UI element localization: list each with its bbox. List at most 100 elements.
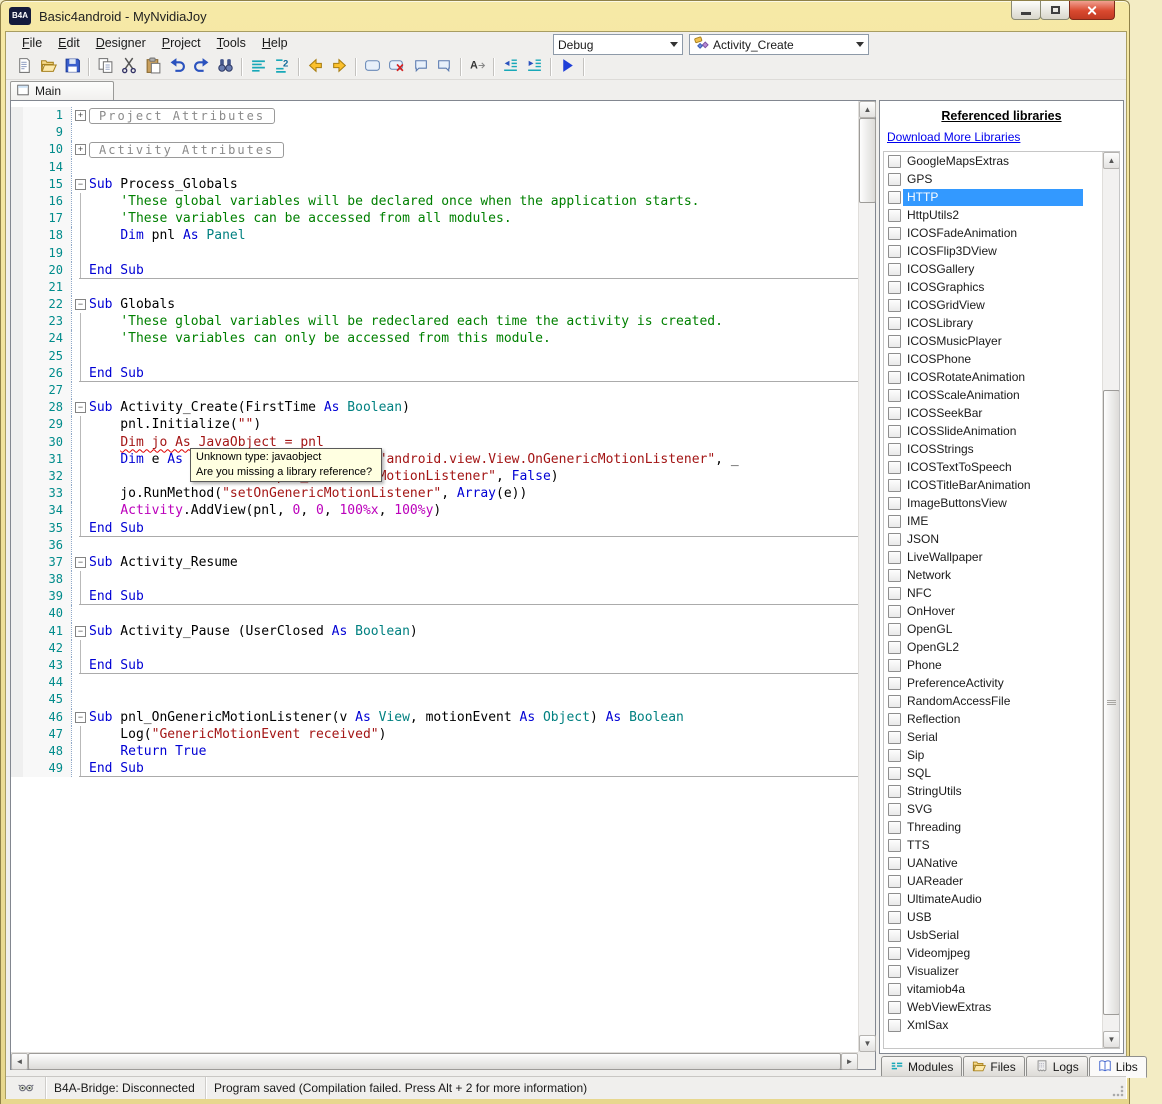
menu-help[interactable]: Help xyxy=(254,33,296,53)
library-checkbox[interactable] xyxy=(888,659,901,672)
library-checkbox[interactable] xyxy=(888,209,901,222)
comment-add-button[interactable] xyxy=(408,56,432,78)
library-checkbox[interactable] xyxy=(888,407,901,420)
code-editor[interactable]: 1+Project Attributes910+Activity Attribu… xyxy=(10,100,876,1070)
run-button[interactable] xyxy=(555,56,579,78)
libraries-list[interactable]: GoogleMapsExtrasGPSHTTPHttpUtils2ICOSFad… xyxy=(883,151,1120,1049)
code-line[interactable]: 37−Sub Activity_Resume xyxy=(11,554,858,571)
outdent-button[interactable] xyxy=(498,56,522,78)
scroll-left-button[interactable]: ◄ xyxy=(11,1053,28,1070)
library-item[interactable]: IME xyxy=(884,512,1119,530)
format-lines-button[interactable] xyxy=(246,56,270,78)
nav-back-button[interactable] xyxy=(303,56,327,78)
code-line[interactable]: 34 Activity.AddView(pnl, 0, 0, 100%x, 10… xyxy=(11,502,858,519)
open-button[interactable] xyxy=(36,56,60,78)
library-item[interactable]: JSON xyxy=(884,530,1119,548)
library-checkbox[interactable] xyxy=(888,785,901,798)
fold-toggle[interactable]: − xyxy=(75,402,86,413)
code-line[interactable]: 41−Sub Activity_Pause (UserClosed As Boo… xyxy=(11,623,858,640)
code-line[interactable]: 33 jo.RunMethod("setOnGenericMotionListe… xyxy=(11,485,858,502)
library-checkbox[interactable] xyxy=(888,515,901,528)
library-checkbox[interactable] xyxy=(888,713,901,726)
code-line[interactable]: 19 xyxy=(11,245,858,262)
library-checkbox[interactable] xyxy=(888,317,901,330)
build-config-dropdown[interactable]: Debug xyxy=(553,34,683,55)
indent-button[interactable] xyxy=(522,56,546,78)
code-line[interactable]: 36 xyxy=(11,537,858,554)
library-checkbox[interactable] xyxy=(888,875,901,888)
library-checkbox[interactable] xyxy=(888,983,901,996)
scroll-up-button[interactable]: ▲ xyxy=(859,101,876,118)
editor-vertical-scrollbar[interactable]: ▲ ▼ xyxy=(858,101,875,1052)
save-button[interactable] xyxy=(60,56,84,78)
library-checkbox[interactable] xyxy=(888,479,901,492)
code-line[interactable]: 22−Sub Globals xyxy=(11,296,858,313)
library-checkbox[interactable] xyxy=(888,677,901,690)
goto-line-button[interactable]: 2 xyxy=(270,56,294,78)
library-item[interactable]: UAReader xyxy=(884,872,1119,890)
redo-button[interactable] xyxy=(189,56,213,78)
library-item[interactable]: ICOSScaleAnimation xyxy=(884,386,1119,404)
scroll-down-button[interactable]: ▼ xyxy=(859,1035,876,1052)
library-item[interactable]: ICOSMusicPlayer xyxy=(884,332,1119,350)
library-item[interactable]: LiveWallpaper xyxy=(884,548,1119,566)
code-line[interactable]: 1+Project Attributes xyxy=(11,107,858,124)
code-line[interactable]: 45 xyxy=(11,691,858,708)
library-item[interactable]: OpenGL2 xyxy=(884,638,1119,656)
library-item[interactable]: ICOSGraphics xyxy=(884,278,1119,296)
library-checkbox[interactable] xyxy=(888,155,901,168)
code-line[interactable]: 24 'These variables can only be accessed… xyxy=(11,330,858,347)
tab-main[interactable]: Main xyxy=(10,81,114,100)
library-item[interactable]: vitamiob4a xyxy=(884,980,1119,998)
sub-navigator-dropdown[interactable]: Activity_Create xyxy=(689,34,869,55)
paste-button[interactable] xyxy=(141,56,165,78)
library-item[interactable]: ICOSSeekBar xyxy=(884,404,1119,422)
library-checkbox[interactable] xyxy=(888,605,901,618)
library-item[interactable]: OpenGL xyxy=(884,620,1119,638)
code-line[interactable]: 25 xyxy=(11,348,858,365)
code-line[interactable]: 30 Dim jo As JavaObject = pnl xyxy=(11,434,858,451)
library-item[interactable]: ICOSSlideAnimation xyxy=(884,422,1119,440)
library-item[interactable]: Threading xyxy=(884,818,1119,836)
code-line[interactable]: 39End Sub xyxy=(11,588,858,605)
library-item[interactable]: ICOSRotateAnimation xyxy=(884,368,1119,386)
library-item[interactable]: ICOSTextToSpeech xyxy=(884,458,1119,476)
library-checkbox[interactable] xyxy=(888,335,901,348)
download-more-libraries-link[interactable]: Download More Libraries xyxy=(887,130,1020,144)
fold-toggle[interactable]: − xyxy=(75,712,86,723)
code-line[interactable]: 10+Activity Attributes xyxy=(11,141,858,158)
library-checkbox[interactable] xyxy=(888,299,901,312)
resize-grip[interactable] xyxy=(1112,1085,1124,1097)
library-checkbox[interactable] xyxy=(888,245,901,258)
close-button[interactable] xyxy=(1069,1,1115,20)
tab-modules[interactable]: Modules xyxy=(881,1056,962,1078)
library-item[interactable]: ICOSFlip3DView xyxy=(884,242,1119,260)
tab-logs[interactable]: Logs xyxy=(1026,1056,1088,1078)
editor-horizontal-scrollbar[interactable]: ◄ ► xyxy=(11,1052,858,1069)
menu-edit[interactable]: Edit xyxy=(50,33,88,53)
library-checkbox[interactable] xyxy=(888,1001,901,1014)
library-checkbox[interactable] xyxy=(888,623,901,636)
library-item[interactable]: HTTP xyxy=(884,188,1119,206)
library-item[interactable]: ICOSPhone xyxy=(884,350,1119,368)
nav-forward-button[interactable] xyxy=(327,56,351,78)
tab-files[interactable]: Files xyxy=(963,1056,1024,1078)
library-item[interactable]: OnHover xyxy=(884,602,1119,620)
library-item[interactable]: ICOSFadeAnimation xyxy=(884,224,1119,242)
library-item[interactable]: TTS xyxy=(884,836,1119,854)
library-item[interactable]: ImageButtonsView xyxy=(884,494,1119,512)
code-line[interactable]: 42 xyxy=(11,640,858,657)
code-line[interactable]: 47 Log("GenericMotionEvent received") xyxy=(11,726,858,743)
library-item[interactable]: USB xyxy=(884,908,1119,926)
menu-tools[interactable]: Tools xyxy=(209,33,254,53)
library-item[interactable]: HttpUtils2 xyxy=(884,206,1119,224)
library-item[interactable]: RandomAccessFile xyxy=(884,692,1119,710)
code-line[interactable]: 38 xyxy=(11,571,858,588)
library-checkbox[interactable] xyxy=(888,731,901,744)
library-checkbox[interactable] xyxy=(888,569,901,582)
collapsed-region[interactable]: Activity Attributes xyxy=(89,142,284,158)
scroll-up-button[interactable]: ▲ xyxy=(1103,152,1120,169)
scroll-thumb[interactable] xyxy=(859,118,876,203)
code-line[interactable]: 29 pnl.Initialize("") xyxy=(11,416,858,433)
maximize-button[interactable] xyxy=(1040,1,1070,20)
